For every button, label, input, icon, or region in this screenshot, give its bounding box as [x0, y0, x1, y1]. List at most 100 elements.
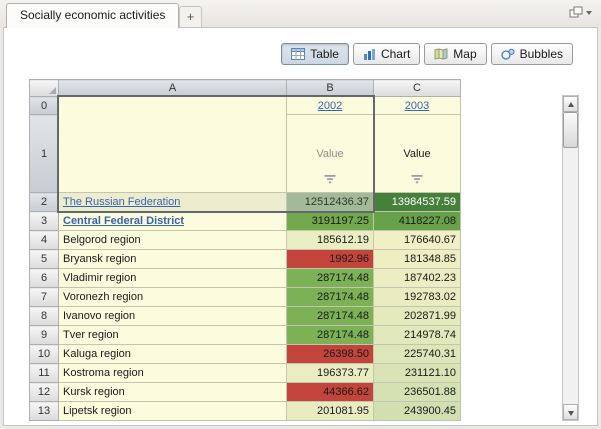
- value-cell-2002[interactable]: 26398.50: [287, 345, 374, 364]
- value-cell-2002[interactable]: 12512436.37: [287, 193, 374, 212]
- overlapping-windows-icon: [568, 5, 594, 21]
- year-row: 0 2002 2003: [30, 97, 461, 115]
- column-header-a[interactable]: A: [59, 80, 287, 97]
- filter-icon[interactable]: [325, 175, 336, 184]
- row-header[interactable]: 4: [30, 231, 59, 250]
- row-header[interactable]: 8: [30, 307, 59, 326]
- column-header-b[interactable]: B: [287, 80, 374, 97]
- value-cell-2003[interactable]: 192783.02: [374, 288, 461, 307]
- region-name-cell[interactable]: Kaluga region: [59, 345, 287, 364]
- row-header[interactable]: 6: [30, 269, 59, 288]
- bubbles-view-label: Bubbles: [520, 47, 563, 61]
- table-row: 2 The Russian Federation 12512436.37 139…: [30, 193, 461, 212]
- value-cell-2002[interactable]: 287174.48: [287, 288, 374, 307]
- value-cell-2003[interactable]: 13984537.59: [374, 193, 461, 212]
- measure-cell-2003[interactable]: Value: [374, 115, 461, 193]
- year-cell-2003[interactable]: 2003: [374, 97, 461, 115]
- tab-socially-economic-activities[interactable]: Socially economic activities: [6, 3, 179, 28]
- value-cell-2003[interactable]: 4118227.08: [374, 212, 461, 231]
- region-name-cell[interactable]: The Russian Federation: [59, 193, 287, 212]
- region-name-cell[interactable]: Tver region: [59, 326, 287, 345]
- table-row: 13 Lipetsk region 201081.95 243900.45: [30, 402, 461, 421]
- filter-icon[interactable]: [412, 175, 423, 184]
- row-header[interactable]: 11: [30, 364, 59, 383]
- value-cell-2002[interactable]: 287174.48: [287, 269, 374, 288]
- data-grid: A B C 0 2002 2003 1 Va: [29, 79, 461, 421]
- row-header[interactable]: 2: [30, 193, 59, 212]
- value-cell-2002[interactable]: 3191197.25: [287, 212, 374, 231]
- scroll-up-button[interactable]: [563, 96, 578, 112]
- chart-view-button[interactable]: Chart: [353, 43, 420, 65]
- region-link[interactable]: Central Federal District: [63, 215, 184, 227]
- value-cell-2002[interactable]: 287174.48: [287, 326, 374, 345]
- table-row: 8 Ivanovo region 287174.48 202871.99: [30, 307, 461, 326]
- year-cell-2002[interactable]: 2002: [287, 97, 374, 115]
- year-link-2002[interactable]: 2002: [318, 100, 342, 112]
- row-header[interactable]: 3: [30, 212, 59, 231]
- row-header[interactable]: 13: [30, 402, 59, 421]
- region-name-cell[interactable]: Kostroma region: [59, 364, 287, 383]
- measure-cell-2002[interactable]: Value: [287, 115, 374, 193]
- table-row: 7 Voronezh region 287174.48 192783.02: [30, 288, 461, 307]
- table-row: 4 Belgorod region 185612.19 176640.67: [30, 231, 461, 250]
- row-header[interactable]: 12: [30, 383, 59, 402]
- value-cell-2003[interactable]: 202871.99: [374, 307, 461, 326]
- scrollbar-thumb[interactable]: [563, 112, 578, 148]
- value-cell-2002[interactable]: 196373.77: [287, 364, 374, 383]
- region-name-cell[interactable]: Voronezh region: [59, 288, 287, 307]
- table-row: 3 Central Federal District 3191197.25 41…: [30, 212, 461, 231]
- table-row: 10 Kaluga region 26398.50 225740.31: [30, 345, 461, 364]
- row-header[interactable]: 7: [30, 288, 59, 307]
- value-cell-2003[interactable]: 176640.67: [374, 231, 461, 250]
- scroll-down-button[interactable]: [563, 404, 578, 420]
- region-name-cell[interactable]: Lipetsk region: [59, 402, 287, 421]
- region-link[interactable]: The Russian Federation: [63, 196, 180, 208]
- row-header-1[interactable]: 1: [30, 115, 59, 193]
- value-cell-2003[interactable]: 181348.85: [374, 250, 461, 269]
- row-header-0[interactable]: 0: [30, 97, 59, 115]
- row-header[interactable]: 9: [30, 326, 59, 345]
- spreadsheet: A B C 0 2002 2003 1 Va: [29, 79, 461, 421]
- column-header-row: A B C: [30, 80, 461, 97]
- region-name-cell[interactable]: Kursk region: [59, 383, 287, 402]
- new-tab-button[interactable]: +: [179, 6, 202, 27]
- value-cell-2003[interactable]: 236501.88: [374, 383, 461, 402]
- value-cell-2003[interactable]: 231121.10: [374, 364, 461, 383]
- chart-view-label: Chart: [381, 47, 410, 61]
- value-cell-2002[interactable]: 44366.62: [287, 383, 374, 402]
- content-panel: Table Chart Map Bubbles: [3, 27, 598, 426]
- vertical-scrollbar[interactable]: [562, 95, 579, 421]
- bubbles-icon: [501, 48, 515, 60]
- table-icon: [291, 48, 305, 60]
- select-all-corner[interactable]: [30, 80, 59, 97]
- tab-bar: Socially economic activities +: [0, 0, 601, 27]
- table-row: 12 Kursk region 44366.62 236501.88: [30, 383, 461, 402]
- map-view-button[interactable]: Map: [424, 43, 486, 65]
- region-name-cell[interactable]: Ivanovo region: [59, 307, 287, 326]
- value-cell-2002[interactable]: 287174.48: [287, 307, 374, 326]
- value-cell-2002[interactable]: 1992.96: [287, 250, 374, 269]
- merged-header-cell[interactable]: [59, 97, 287, 193]
- column-header-c[interactable]: C: [374, 80, 461, 97]
- region-name-cell[interactable]: Bryansk region: [59, 250, 287, 269]
- chart-icon: [363, 48, 376, 60]
- row-header[interactable]: 5: [30, 250, 59, 269]
- table-row: 5 Bryansk region 1992.96 181348.85: [30, 250, 461, 269]
- table-view-button[interactable]: Table: [281, 43, 349, 65]
- bubbles-view-button[interactable]: Bubbles: [491, 43, 573, 65]
- value-cell-2003[interactable]: 187402.23: [374, 269, 461, 288]
- table-view-label: Table: [310, 47, 339, 61]
- row-header[interactable]: 10: [30, 345, 59, 364]
- window-restore-icon[interactable]: [568, 5, 594, 21]
- value-cell-2002[interactable]: 201081.95: [287, 402, 374, 421]
- value-cell-2003[interactable]: 225740.31: [374, 345, 461, 364]
- table-row: 11 Kostroma region 196373.77 231121.10: [30, 364, 461, 383]
- value-cell-2003[interactable]: 214978.74: [374, 326, 461, 345]
- region-name-cell[interactable]: Vladimir region: [59, 269, 287, 288]
- region-name-cell[interactable]: Belgorod region: [59, 231, 287, 250]
- value-cell-2003[interactable]: 243900.45: [374, 402, 461, 421]
- year-link-2003[interactable]: 2003: [405, 100, 429, 112]
- region-name-cell[interactable]: Central Federal District: [59, 212, 287, 231]
- map-view-label: Map: [453, 47, 476, 61]
- value-cell-2002[interactable]: 185612.19: [287, 231, 374, 250]
